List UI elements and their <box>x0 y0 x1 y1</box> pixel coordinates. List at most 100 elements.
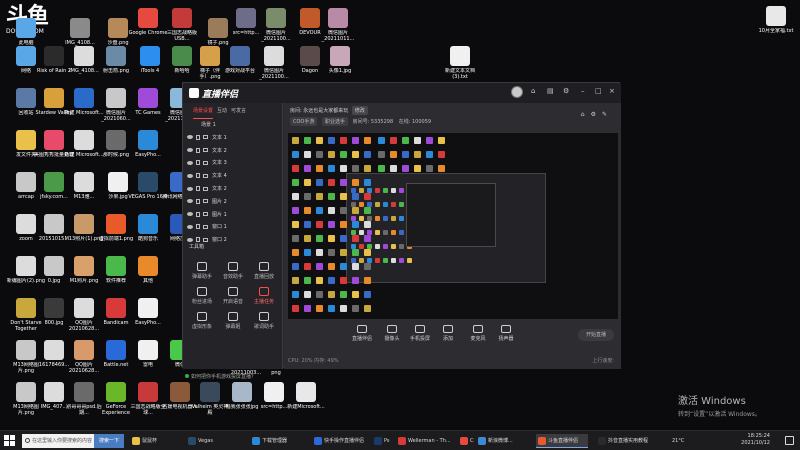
scene-source-item[interactable]: 文本 3 <box>183 157 282 170</box>
preview-icon <box>364 165 371 172</box>
toolbox-item[interactable]: 弹幕姬 <box>218 308 248 332</box>
bottom-toolbar-button[interactable]: 摄像头 <box>378 325 406 342</box>
desktop-icon-image <box>200 46 220 66</box>
scene-source-item[interactable]: 文本 1 <box>183 131 282 144</box>
visibility-icon[interactable] <box>187 135 193 140</box>
toolbox-item[interactable]: 音效助手 <box>218 258 248 282</box>
taskbar-app[interactable]: 新浪微博... <box>476 434 532 448</box>
desktop-icon[interactable]: 新建文本文档(3).txt <box>440 46 480 80</box>
start-live-button[interactable]: 开始直播 <box>578 329 614 341</box>
visibility-icon[interactable] <box>187 199 193 204</box>
scene-source-label: 文本 3 <box>212 160 227 167</box>
taskbar-app[interactable]: Vegas <box>186 434 238 448</box>
toolbox-item[interactable]: 虚拟形象 <box>187 308 217 332</box>
desktop-icon-image <box>74 130 94 150</box>
desktop-icon[interactable]: 微信图片_2021100... <box>254 46 294 80</box>
desktop-icon[interactable]: 10月全家福.txt <box>756 6 796 34</box>
taskbar-app[interactable]: 斗鱼直播伴侣 <box>536 434 588 448</box>
taskbar-app[interactable]: 快手操作直播伴侣 <box>312 434 370 448</box>
taskbar-app[interactable]: 鼠鼠杯 <box>130 434 182 448</box>
desktop-icon[interactable]: 此电脑 <box>6 18 46 46</box>
minimize-icon[interactable]: – <box>581 87 585 95</box>
bottom-toolbar-button[interactable]: 手机投屏 <box>406 325 434 342</box>
scene-source-item[interactable]: 图片 2 <box>183 195 282 208</box>
gift-icon[interactable]: ⌂ <box>531 87 535 95</box>
bottom-toolbar-button[interactable]: 麦克风 <box>464 325 492 342</box>
bottom-toolbar-button[interactable]: 直播伴侣 <box>348 325 376 342</box>
chart-icon[interactable]: ▤ <box>547 87 554 95</box>
desktop-icon[interactable]: 新建Microsoft... <box>286 382 326 410</box>
taskbar-app[interactable]: 下载管理器 <box>250 434 302 448</box>
lock-icon[interactable] <box>196 160 200 166</box>
desktop-icon[interactable]: EasyPho... <box>128 298 168 326</box>
desktop-icon[interactable]: 微信图片_20211011... <box>318 8 358 42</box>
weather-temperature[interactable]: 21°C <box>672 434 684 448</box>
desktop-icon-image <box>74 256 94 276</box>
windows-start-icon[interactable] <box>4 435 16 447</box>
scene-header[interactable]: 场景 1 <box>183 119 282 131</box>
settings-icon[interactable]: ⚙ <box>563 87 569 95</box>
visibility-icon[interactable] <box>187 160 193 165</box>
scene-source-item[interactable]: 图片 1 <box>183 208 282 221</box>
taskbar-search-input[interactable]: 在这里输入你要搜索的内容 <box>22 434 94 448</box>
user-avatar[interactable] <box>511 86 523 98</box>
desktop-icon-image <box>74 340 94 360</box>
clock[interactable]: 18:25:24 2021/10/12 <box>741 433 770 447</box>
toolbox-item[interactable]: 弹幕助手 <box>187 258 217 282</box>
right-toolbar-icons[interactable]: ⌂⚙✎ <box>581 111 613 118</box>
visibility-icon[interactable] <box>187 173 193 178</box>
notification-icon[interactable] <box>785 436 794 445</box>
preview-icon <box>292 249 299 256</box>
toolbox-item[interactable]: 歌词助手 <box>249 308 279 332</box>
lock-icon[interactable] <box>196 198 200 204</box>
taskbar-app[interactable]: Chrome <box>458 434 474 448</box>
lock-icon[interactable] <box>196 147 200 153</box>
tab-interact[interactable]: 互动 <box>217 107 227 119</box>
lock-icon[interactable] <box>196 237 200 243</box>
scene-source-item[interactable]: 文本 4 <box>183 169 282 182</box>
scene-source-label: 文本 2 <box>212 186 227 193</box>
visibility-icon[interactable] <box>187 224 193 229</box>
preview-icon <box>390 151 397 158</box>
desktop-icon[interactable]: 其他 <box>128 256 168 284</box>
lock-icon[interactable] <box>196 224 200 230</box>
lock-icon[interactable] <box>196 134 200 140</box>
desktop-icon[interactable]: IMG_4108... <box>60 18 100 46</box>
scene-source-item[interactable]: 文本 2 <box>183 144 282 157</box>
close-icon[interactable]: × <box>609 87 615 95</box>
visibility-icon[interactable] <box>187 237 193 242</box>
taskbar-app[interactable]: Ps <box>372 434 392 448</box>
maximize-icon[interactable]: □ <box>595 87 602 95</box>
toolbox-item[interactable]: 直播回放 <box>249 258 279 282</box>
lock-icon[interactable] <box>196 211 200 217</box>
room-edit-button[interactable]: 修改 <box>351 106 368 115</box>
tip-notice[interactable]: 如何把你手机游戏投屏直播？ <box>185 373 256 380</box>
scene-source-item[interactable]: 文本 2 <box>183 182 282 195</box>
desktop-icon[interactable]: 头像1.jpg <box>320 46 360 74</box>
search-button[interactable]: 搜索一下 <box>94 434 124 448</box>
right-panel: 房间: 永远也是大家都来玩 修改 COO手游 职业选手 房间号: 5335298… <box>284 103 621 369</box>
role-tag[interactable]: 职业选手 <box>321 117 348 126</box>
lock-icon[interactable] <box>196 173 200 179</box>
desktop-icon-image <box>44 172 64 192</box>
bottom-toolbar-button[interactable]: 扬声器 <box>492 325 520 342</box>
toolbox-item[interactable]: 主播任务 <box>249 283 279 307</box>
tab-scene-settings[interactable]: 场景设置 <box>193 107 214 119</box>
tab-speak[interactable]: 可发言 <box>231 107 246 119</box>
preview-icon <box>328 277 335 284</box>
lock-icon[interactable] <box>196 186 200 192</box>
taskbar-app[interactable]: Wellerman - Th... <box>396 434 454 448</box>
desktop-icon[interactable]: EasyPho... <box>128 130 168 158</box>
visibility-icon[interactable] <box>187 148 193 153</box>
desktop-icon-image <box>44 340 64 360</box>
taskbar-app[interactable]: 抖音直播实用教程 <box>596 434 652 448</box>
desktop-icon[interactable]: 三国志战略版USB… <box>162 8 202 42</box>
visibility-icon[interactable] <box>187 212 193 217</box>
scene-source-item[interactable]: 窗口 1 <box>183 221 282 234</box>
bottom-toolbar-button[interactable]: 添加 <box>434 325 462 342</box>
visibility-icon[interactable] <box>187 186 193 191</box>
toolbox-item[interactable]: 粉丝进场 <box>187 283 217 307</box>
category-tag[interactable]: COO手游 <box>290 117 318 126</box>
stream-preview[interactable] <box>288 133 618 319</box>
toolbox-item[interactable]: 开启语音 <box>218 283 248 307</box>
